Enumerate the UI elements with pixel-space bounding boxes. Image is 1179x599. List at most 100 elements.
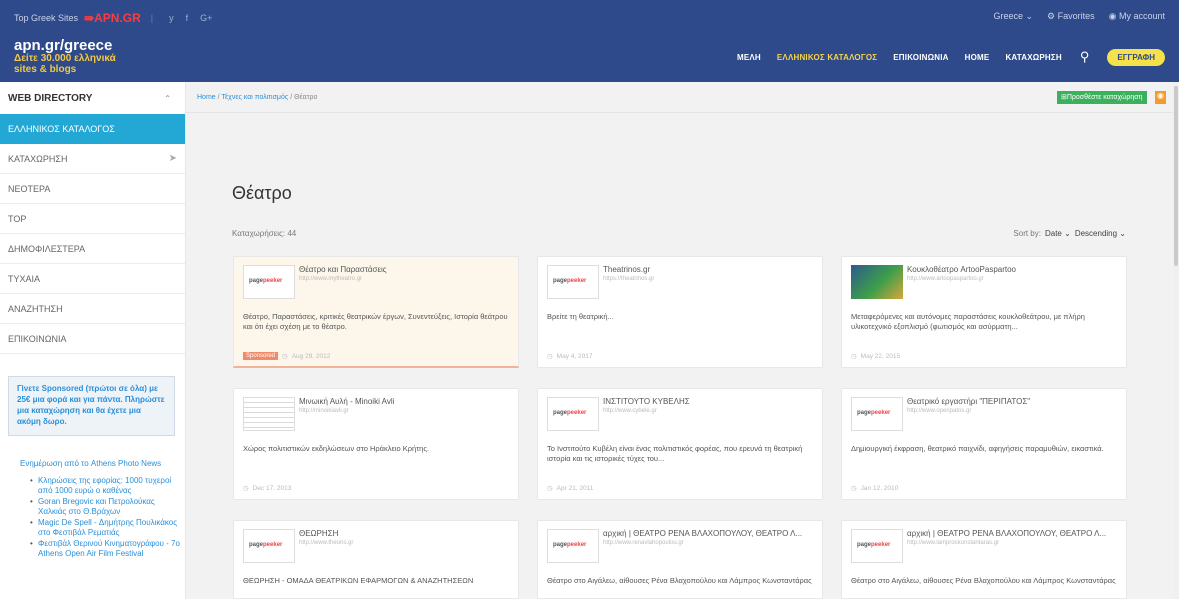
news-item[interactable]: Κληρώσεις της εφορίας: 1000 τυχεροί από …	[30, 476, 180, 496]
nav-submit[interactable]: ΚΑΤΑΧΩΡΗΣΗ	[1005, 53, 1061, 62]
listing-title[interactable]: Θεατρικό εργαστήρι "ΠΕΡΙΠΑΤΟΣ"	[907, 397, 1122, 406]
listing-url[interactable]: http://www.cybele.gr	[603, 408, 657, 414]
breadcrumb-category[interactable]: Τέχνες και πολιτισμός	[222, 94, 289, 101]
site-header: apn.gr/greece Δείτε 30.000 ελληνικά site…	[0, 32, 1179, 82]
sidebar-item-newest[interactable]: ΝΕΟΤΕΡΑ	[0, 174, 185, 204]
clock-icon: ◷	[243, 485, 249, 492]
listing-card[interactable]: pagepeeker αρχική | ΘΕΑΤΡΟ ΡΕΝΑ ΒΛΑΧΟΠΟΥ…	[841, 520, 1127, 599]
listing-title[interactable]: Κουκλοθέατρο ArtooPaspartoo	[907, 265, 1122, 274]
sidebar-item-contact[interactable]: ΕΠΙΚΟΙΝΩΝΙΑ	[0, 324, 185, 354]
nav-members[interactable]: ΜΕΛΗ	[737, 53, 761, 62]
site-thumbnail[interactable]	[243, 397, 295, 431]
register-button[interactable]: ΕΓΓΡΑΦΗ	[1107, 48, 1165, 66]
news-item[interactable]: Magic De Spell - Δημήτρης Πουλικάκος στο…	[30, 518, 180, 538]
page-scrollbar[interactable]	[1173, 82, 1179, 599]
logo-tagline: Δείτε 30.000 ελληνικά	[14, 53, 116, 64]
site-thumbnail[interactable]: pagepeeker	[547, 397, 599, 431]
site-thumbnail[interactable]: pagepeeker	[243, 529, 295, 563]
listing-date: Jan 12, 2010	[860, 484, 899, 492]
sidebar-item-label: ΝΕΟΤΕΡΑ	[8, 183, 51, 194]
sidebar-item-search[interactable]: ΑΝΑΖΗΤΗΣΗ	[0, 294, 185, 324]
listing-card[interactable]: pagepeeker Θέατρο και Παραστάσεις http:/…	[233, 256, 519, 368]
listing-card[interactable]: Μινωική Αυλή - Minoiki Avli http://minoi…	[233, 388, 519, 500]
sidebar-item-greek-directory[interactable]: ΕΛΛΗΝΙΚΟΣ ΚΑΤΑΛΟΓΟΣ	[0, 114, 185, 144]
site-thumbnail[interactable]: pagepeeker	[547, 265, 599, 299]
nav-contact[interactable]: ΕΠΙΚΟΙΝΩΝΙΑ	[893, 53, 948, 62]
rss-icon[interactable]: ◉	[1155, 91, 1166, 104]
listing-card[interactable]: pagepeeker ΙΝΣΤΙΤΟΥΤΟ ΚΥΒΕΛΗΣ http://www…	[537, 388, 823, 500]
sponsored-badge: Sponsored	[243, 352, 279, 360]
country-selector[interactable]: Greece ⌄	[993, 11, 1033, 22]
site-thumbnail[interactable]: pagepeeker	[243, 265, 295, 299]
sort-controls: Sort by: Date ⌄ Descending ⌄	[1013, 229, 1126, 238]
nav-home[interactable]: HOME	[965, 53, 990, 62]
nav-greek-directory[interactable]: ΕΛΛΗΝΙΚΟΣ ΚΑΤΑΛΟΓΟΣ	[777, 53, 877, 62]
clock-icon: ◷	[547, 485, 553, 492]
listing-meta: ◷ Dec 17, 2013	[243, 484, 292, 493]
listing-url[interactable]: http://minoikiavli.gr	[299, 408, 349, 414]
listing-title[interactable]: αρχική | ΘΕΑΤΡΟ ΡΕΝΑ ΒΛΑΧΟΠΟΥΛΟΥ, ΘΕΑΤΡΟ…	[603, 529, 818, 538]
news-item[interactable]: Φεστιβάλ Θερινού Κινηματογράφου - 7ο Ath…	[30, 539, 180, 559]
listing-url[interactable]: http://www.mytheatro.gr	[299, 276, 362, 282]
sidebar-item-submit[interactable]: ΚΑΤΑΧΩΡΗΣΗ ➤	[0, 144, 185, 174]
breadcrumb-home[interactable]: Home	[197, 94, 216, 101]
sort-order-select[interactable]: Descending ⌄	[1075, 229, 1126, 238]
news-heading[interactable]: Ενημέρωση από το Athens Photo News	[20, 459, 161, 468]
listing-title[interactable]: ΘΕΩΡΗΣΗ	[299, 529, 514, 538]
add-listing-button[interactable]: ⊞Προσθέστε καταχώρηση	[1057, 91, 1147, 104]
account-label: My account	[1118, 11, 1165, 21]
news-item[interactable]: Goran Bregovic και Πετρολούκας Χαλκιάς σ…	[30, 497, 180, 517]
listing-count: Καταχωρήσεις: 44	[232, 229, 297, 238]
site-thumbnail[interactable]: pagepeeker	[851, 529, 903, 563]
account-link[interactable]: ◉ My account	[1109, 11, 1165, 22]
site-thumbnail[interactable]	[851, 265, 903, 299]
scrollbar-thumb[interactable]	[1174, 86, 1178, 266]
listing-title[interactable]: Theatrinos.gr	[603, 265, 818, 274]
google-plus-icon[interactable]: G+	[200, 13, 212, 23]
listing-url[interactable]: https://theatrinos.gr	[603, 276, 654, 282]
twitter-icon[interactable]: y	[169, 13, 174, 23]
listing-card[interactable]: pagepeeker Θεατρικό εργαστήρι "ΠΕΡΙΠΑΤΟΣ…	[841, 388, 1127, 500]
listing-description: Το Ινστιτούτο Κυβέλη είναι ένας πολιτιστ…	[547, 444, 803, 463]
sidebar-item-top[interactable]: TOP	[0, 204, 185, 234]
top-sites-link[interactable]: Top Greek Sites	[14, 13, 78, 23]
listing-meta: ◷ Apr 21, 2011	[547, 484, 593, 493]
listing-url[interactable]: http://www.renavlahopoulou.gr	[603, 540, 684, 546]
sidebar-heading-label: WEB DIRECTORY	[8, 92, 93, 104]
sidebar-item-label: ΔΗΜΟΦΙΛΕΣΤΕΡΑ	[8, 243, 86, 254]
sidebar-heading[interactable]: WEB DIRECTORY ⌃	[0, 82, 185, 114]
listing-card[interactable]: pagepeeker αρχική | ΘΕΑΤΡΟ ΡΕΝΑ ΒΛΑΧΟΠΟΥ…	[537, 520, 823, 599]
listing-url[interactable]: http://www.lamproskonstantaras.gr	[907, 540, 999, 546]
site-logo[interactable]: apn.gr/greece Δείτε 30.000 ελληνικά site…	[14, 38, 174, 78]
sidebar: WEB DIRECTORY ⌃ ΕΛΛΗΝΙΚΟΣ ΚΑΤΑΛΟΓΟΣ ΚΑΤΑ…	[0, 82, 186, 599]
facebook-icon[interactable]: f	[186, 13, 189, 23]
listing-meta: ◷ Jan 12, 2010	[851, 484, 899, 493]
favorites-link[interactable]: ⚙ Favorites	[1047, 11, 1095, 22]
sidebar-item-label: ΤΥΧΑΙΑ	[8, 273, 41, 284]
listing-date: Dec 17, 2013	[252, 484, 292, 492]
listing-url[interactable]: http://www.artoopaspartoo.gr	[907, 276, 984, 282]
sidebar-item-popular[interactable]: ΔΗΜΟΦΙΛΕΣΤΕΡΑ	[0, 234, 185, 264]
sort-field-select[interactable]: Date ⌄	[1045, 229, 1071, 238]
apn-brand-link[interactable]: ⇛APN.GR	[84, 11, 141, 25]
listing-card[interactable]: Κουκλοθέατρο ArtooPaspartoo http://www.a…	[841, 256, 1127, 368]
listing-title[interactable]: ΙΝΣΤΙΤΟΥΤΟ ΚΥΒΕΛΗΣ	[603, 397, 818, 406]
site-thumbnail[interactable]: pagepeeker	[851, 397, 903, 431]
breadcrumb-sep: /	[217, 94, 220, 101]
clock-icon: ◷	[851, 485, 857, 492]
search-icon[interactable]: ⚲	[1080, 49, 1090, 65]
listing-card[interactable]: pagepeeker Theatrinos.gr https://theatri…	[537, 256, 823, 368]
sidebar-item-label: ΑΝΑΖΗΤΗΣΗ	[8, 303, 63, 314]
main-nav: ΜΕΛΗ ΕΛΛΗΝΙΚΟΣ ΚΑΤΑΛΟΓΟΣ ΕΠΙΚΟΙΝΩΝΙΑ HOM…	[721, 32, 1165, 82]
site-thumbnail[interactable]: pagepeeker	[547, 529, 599, 563]
listing-url[interactable]: http://www.theoris.gr	[299, 540, 353, 546]
sidebar-item-random[interactable]: ΤΥΧΑΙΑ	[0, 264, 185, 294]
listing-url[interactable]: http://www.operipatos.gr	[907, 408, 971, 414]
listing-title[interactable]: Θέατρο και Παραστάσεις	[299, 265, 514, 274]
listing-title[interactable]: αρχική | ΘΕΑΤΡΟ ΡΕΝΑ ΒΛΑΧΟΠΟΥΛΟΥ, ΘΕΑΤΡΟ…	[907, 529, 1122, 538]
listing-card[interactable]: pagepeeker ΘΕΩΡΗΣΗ http://www.theoris.gr…	[233, 520, 519, 599]
listing-title[interactable]: Μινωική Αυλή - Minoiki Avli	[299, 397, 514, 406]
gear-icon: ⚙	[1047, 11, 1058, 21]
logo-title: apn.gr/greece	[14, 37, 113, 54]
sponsored-promo[interactable]: Γίνετε Sponsored (πρώτοι σε όλα) με 25€ …	[8, 376, 175, 436]
